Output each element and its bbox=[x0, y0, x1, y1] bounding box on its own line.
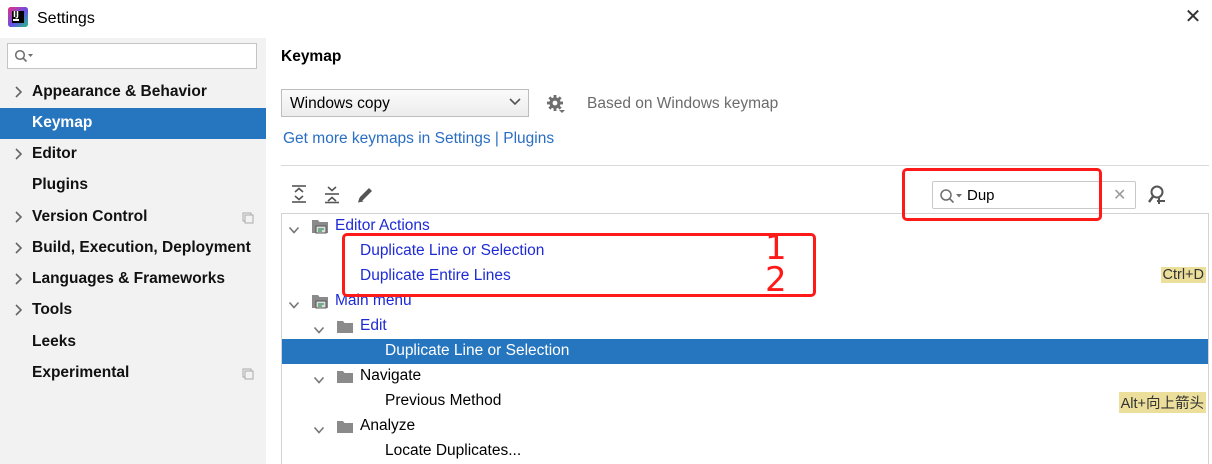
chevron-right-icon[interactable] bbox=[14, 210, 23, 228]
sidebar-item-experimental[interactable]: Experimental bbox=[0, 358, 266, 389]
sidebar-item-label: Build, Execution, Deployment bbox=[32, 239, 251, 256]
edit-pencil-icon[interactable] bbox=[356, 184, 374, 204]
project-level-icon bbox=[242, 211, 254, 228]
chevron-down-icon[interactable] bbox=[313, 322, 325, 339]
close-icon[interactable]: ✕ bbox=[1182, 6, 1204, 28]
chevron-down-icon[interactable] bbox=[313, 422, 325, 439]
group-row[interactable]: Edit bbox=[282, 314, 1208, 339]
sidebar-search-input[interactable] bbox=[7, 43, 257, 69]
title-bar: IJ Settings ✕ bbox=[0, 0, 1212, 38]
group-label: Navigate bbox=[360, 367, 422, 384]
sidebar-item-label: Appearance & Behavior bbox=[32, 83, 207, 100]
action-row[interactable]: Locate Duplicates... bbox=[282, 439, 1208, 464]
sidebar-item-label: Plugins bbox=[32, 176, 88, 193]
chevron-right-icon[interactable] bbox=[14, 85, 23, 103]
chevron-right-icon[interactable] bbox=[14, 147, 23, 165]
actions-highlight-box bbox=[342, 233, 816, 297]
settings-sidebar: Appearance & Behavior Keymap Editor Plugins… bbox=[0, 38, 266, 464]
sidebar-item-editor[interactable]: Editor bbox=[0, 139, 266, 170]
clear-search-icon[interactable]: ✕ bbox=[1113, 185, 1126, 205]
search-icon bbox=[14, 49, 33, 63]
action-label: Locate Duplicates... bbox=[385, 442, 522, 459]
project-level-icon bbox=[242, 367, 254, 384]
action-row[interactable]: Duplicate Line or Selection bbox=[282, 339, 1208, 364]
sidebar-item-languages-frameworks[interactable]: Languages & Frameworks bbox=[0, 264, 266, 295]
search-highlight-box bbox=[902, 168, 1102, 221]
sidebar-item-label: Experimental bbox=[32, 364, 130, 381]
action-label: Duplicate Line or Selection bbox=[385, 342, 570, 359]
action-label: Previous Method bbox=[385, 392, 502, 409]
keymap-dropdown-value: Windows copy bbox=[290, 95, 390, 112]
keymap-dropdown[interactable]: Windows copy bbox=[281, 89, 529, 117]
find-by-shortcut-icon[interactable] bbox=[1146, 184, 1168, 206]
sidebar-item-version-control[interactable]: Version Control bbox=[0, 202, 266, 233]
action-group-icon bbox=[311, 218, 329, 240]
page-title: Keymap bbox=[281, 48, 342, 65]
sidebar-item-build-execution-deployment[interactable]: Build, Execution, Deployment bbox=[0, 233, 266, 264]
sidebar-item-leeks[interactable]: Leeks bbox=[0, 327, 266, 358]
folder-icon bbox=[336, 368, 354, 388]
chevron-down-icon[interactable] bbox=[288, 297, 300, 314]
annotation-number-2: 2 bbox=[765, 260, 787, 300]
chevron-right-icon[interactable] bbox=[14, 303, 23, 321]
gear-icon[interactable] bbox=[546, 94, 566, 114]
expand-all-icon[interactable] bbox=[290, 184, 308, 204]
shortcut-badge: Alt+向上箭头 bbox=[1118, 392, 1206, 413]
sidebar-item-keymap[interactable]: Keymap bbox=[0, 108, 266, 139]
chevron-down-icon[interactable] bbox=[288, 222, 300, 239]
get-more-keymaps-link[interactable]: Get more keymaps in Settings | Plugins bbox=[283, 130, 554, 148]
shortcut-badge: Ctrl+D bbox=[1160, 267, 1206, 283]
chevron-right-icon[interactable] bbox=[14, 272, 23, 290]
sidebar-item-label: Editor bbox=[32, 145, 77, 162]
window-title: Settings bbox=[37, 10, 95, 27]
sidebar-item-label: Version Control bbox=[32, 208, 148, 225]
chevron-down-icon bbox=[509, 98, 521, 106]
sidebar-item-label: Tools bbox=[32, 301, 73, 318]
folder-icon bbox=[336, 318, 354, 338]
sidebar-item-appearance-behavior[interactable]: Appearance & Behavior bbox=[0, 77, 266, 108]
group-row[interactable]: Navigate bbox=[282, 364, 1208, 389]
action-group-icon bbox=[311, 293, 329, 315]
sidebar-item-label: Keymap bbox=[32, 114, 93, 131]
collapse-all-icon[interactable] bbox=[323, 184, 341, 204]
group-label: Edit bbox=[360, 317, 387, 334]
divider bbox=[281, 165, 1209, 166]
intellij-app-icon: IJ bbox=[8, 7, 28, 27]
group-row[interactable]: Analyze bbox=[282, 414, 1208, 439]
action-row[interactable]: Previous Method Alt+向上箭头 bbox=[282, 389, 1208, 414]
chevron-right-icon[interactable] bbox=[14, 241, 23, 259]
folder-icon bbox=[336, 418, 354, 438]
based-on-label: Based on Windows keymap bbox=[587, 95, 779, 112]
sidebar-item-plugins[interactable]: Plugins bbox=[0, 170, 266, 201]
sidebar-item-tools[interactable]: Tools bbox=[0, 295, 266, 326]
group-label: Analyze bbox=[360, 417, 416, 434]
chevron-down-icon[interactable] bbox=[313, 372, 325, 389]
sidebar-item-label: Leeks bbox=[32, 333, 76, 350]
sidebar-item-label: Languages & Frameworks bbox=[32, 270, 225, 287]
